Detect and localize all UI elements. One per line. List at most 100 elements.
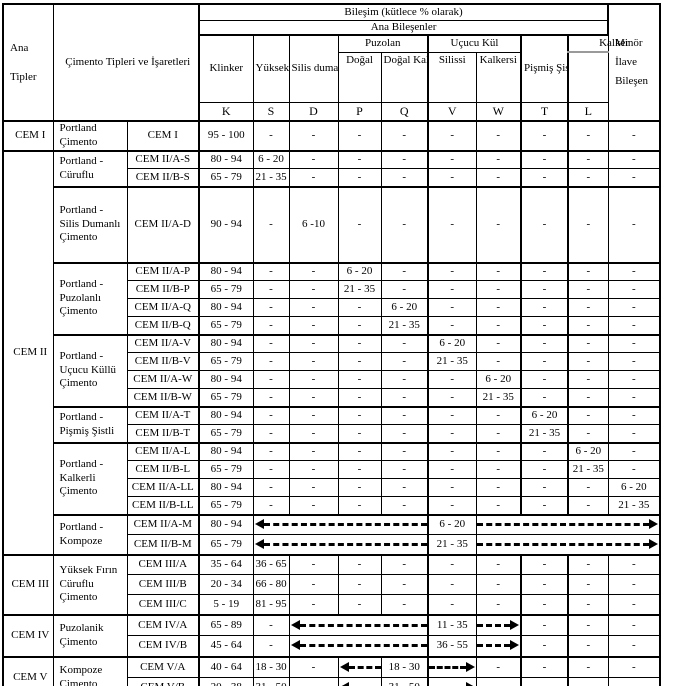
- composition-value: -: [542, 597, 547, 610]
- composition-value: -: [586, 283, 591, 296]
- composition-value: 6 - 20: [620, 481, 647, 494]
- composition-cell-L: -: [567, 298, 609, 317]
- composition-value: -: [450, 578, 455, 591]
- composition-cell-T: -: [520, 370, 569, 389]
- cement-designation-label: CEM II/B-W: [133, 390, 192, 403]
- composition-value: 21 - 35: [528, 426, 561, 439]
- composition-value: -: [450, 426, 455, 439]
- composition-value: -: [586, 301, 591, 314]
- composition-cell-D: -: [288, 553, 339, 575]
- composition-cell-K: 65 - 79: [198, 424, 254, 443]
- header-symbol-S: S: [252, 101, 290, 122]
- composition-cell-P: -: [337, 553, 382, 575]
- composition-value: -: [311, 558, 316, 571]
- composition-value: 90 - 94: [210, 218, 242, 231]
- composition-cell-S: -: [252, 120, 290, 151]
- composition-cell-P: -: [337, 441, 382, 461]
- composition-value: -: [542, 618, 547, 631]
- cement-designation-label: CEM V/A: [140, 660, 186, 673]
- composition-value: -: [357, 337, 362, 350]
- cement-designation-cell: CEM III/B: [126, 574, 200, 595]
- composition-value: -: [542, 265, 547, 278]
- composition-cell-T: -: [520, 655, 569, 678]
- composition-cell-V: -: [427, 316, 477, 335]
- composition-value: -: [586, 355, 591, 368]
- header-symbol-D: D: [288, 101, 339, 122]
- composition-cell-W: -: [475, 120, 522, 151]
- arrow-left-segment: [337, 677, 382, 686]
- composition-cell-K: 80 - 94: [198, 441, 254, 461]
- composition-value: -: [496, 445, 501, 458]
- composition-value: -: [450, 463, 455, 476]
- composition-cell-K: 5 - 19: [198, 594, 254, 615]
- composition-value: -: [357, 170, 362, 183]
- composition-cell-L: -: [567, 388, 609, 407]
- composition-value: -: [631, 445, 636, 458]
- composition-cell-L: -: [567, 613, 609, 636]
- header-bilesim-label: Bileşim (kütlece % olarak): [344, 5, 463, 18]
- composition-cell-W: -: [475, 460, 522, 479]
- cement-type-name-cell: Yüksek Fırın Cüruflu Çimento: [52, 553, 128, 615]
- composition-cell-T: -: [520, 168, 569, 187]
- composition-cell-P: -: [337, 496, 382, 515]
- composition-value: -: [542, 558, 547, 571]
- composition-cell-P: -: [337, 185, 382, 263]
- composition-value: -: [311, 170, 316, 183]
- composition-cell-V: -: [427, 298, 477, 317]
- composition-value: -: [357, 445, 362, 458]
- cement-designation-cell: CEM II/A-W: [126, 370, 200, 389]
- cement-designation-cell: CEM V/A: [126, 655, 200, 678]
- cement-type-name-label: Portland - Puzolanlı Çimento: [59, 277, 104, 318]
- composition-value: -: [542, 463, 547, 476]
- composition-value: -: [402, 337, 407, 350]
- composition-value: -: [496, 318, 501, 331]
- composition-cell-V: 21 - 35: [427, 352, 477, 371]
- composition-value: -: [402, 498, 407, 511]
- cement-designation-label: CEM II/A-M: [133, 518, 192, 531]
- composition-cell-T: -: [520, 352, 569, 371]
- dashed-arrow-icon: [254, 538, 428, 549]
- composition-value: -: [631, 578, 636, 591]
- composition-value: -: [496, 153, 501, 166]
- composition-value: -: [586, 129, 591, 142]
- composition-value: -: [631, 639, 636, 652]
- composition-cell-T: -: [520, 185, 569, 263]
- composition-cell-S: 21 - 35: [252, 168, 290, 187]
- composition-cell-D: -: [288, 594, 339, 615]
- arrow-right-segment: [475, 613, 522, 636]
- composition-cell-T: -: [520, 594, 569, 615]
- cement-designation-label: CEM II/B-V: [134, 355, 191, 368]
- cement-type-name-label: Portland - Pişmiş Şistli: [59, 410, 115, 437]
- composition-cell-S: -: [252, 478, 290, 497]
- header-col-yuksek-firin-curufu: Yüksek Fırın Cürufu: [252, 34, 290, 103]
- arrow-right-segment: [427, 677, 477, 686]
- composition-value: 65 - 79: [210, 283, 242, 296]
- composition-value: -: [269, 426, 273, 439]
- composition-cell-V: -: [427, 370, 477, 389]
- composition-value: -: [450, 265, 455, 278]
- composition-value: -: [402, 409, 407, 422]
- composition-cell-S: -: [252, 298, 290, 317]
- cement-designation-cell: CEM II/B-L: [126, 460, 200, 479]
- composition-value: -: [312, 681, 316, 686]
- header-col-silis-dumani: Silis dumanı: [288, 34, 339, 103]
- composition-value: -: [586, 265, 591, 278]
- cement-type-name-label: Puzolanik Çimento: [59, 621, 104, 648]
- composition-cell-Q: -: [380, 280, 429, 299]
- composition-value: -: [269, 463, 273, 476]
- composition-cell-K: 65 - 79: [198, 388, 254, 407]
- composition-value: -: [402, 373, 407, 386]
- composition-cell-K: 80 - 94: [198, 333, 254, 353]
- composition-value: -: [269, 337, 273, 350]
- cement-type-name-label: Portland - Uçucu Küllü Çimento: [59, 349, 117, 390]
- composition-value: -: [269, 618, 273, 631]
- composition-cell-V: 11 - 35: [427, 613, 477, 636]
- composition-value: -: [496, 170, 501, 183]
- header-ana-tipler-label: Ana Tipler: [10, 41, 37, 83]
- composition-value: -: [402, 390, 407, 403]
- main-type-label: CEM III: [11, 578, 50, 591]
- cement-designation-label: CEM II/A-Q: [134, 301, 192, 314]
- composition-value: -: [496, 337, 501, 350]
- composition-value: -: [542, 390, 547, 403]
- composition-value: -: [402, 597, 407, 610]
